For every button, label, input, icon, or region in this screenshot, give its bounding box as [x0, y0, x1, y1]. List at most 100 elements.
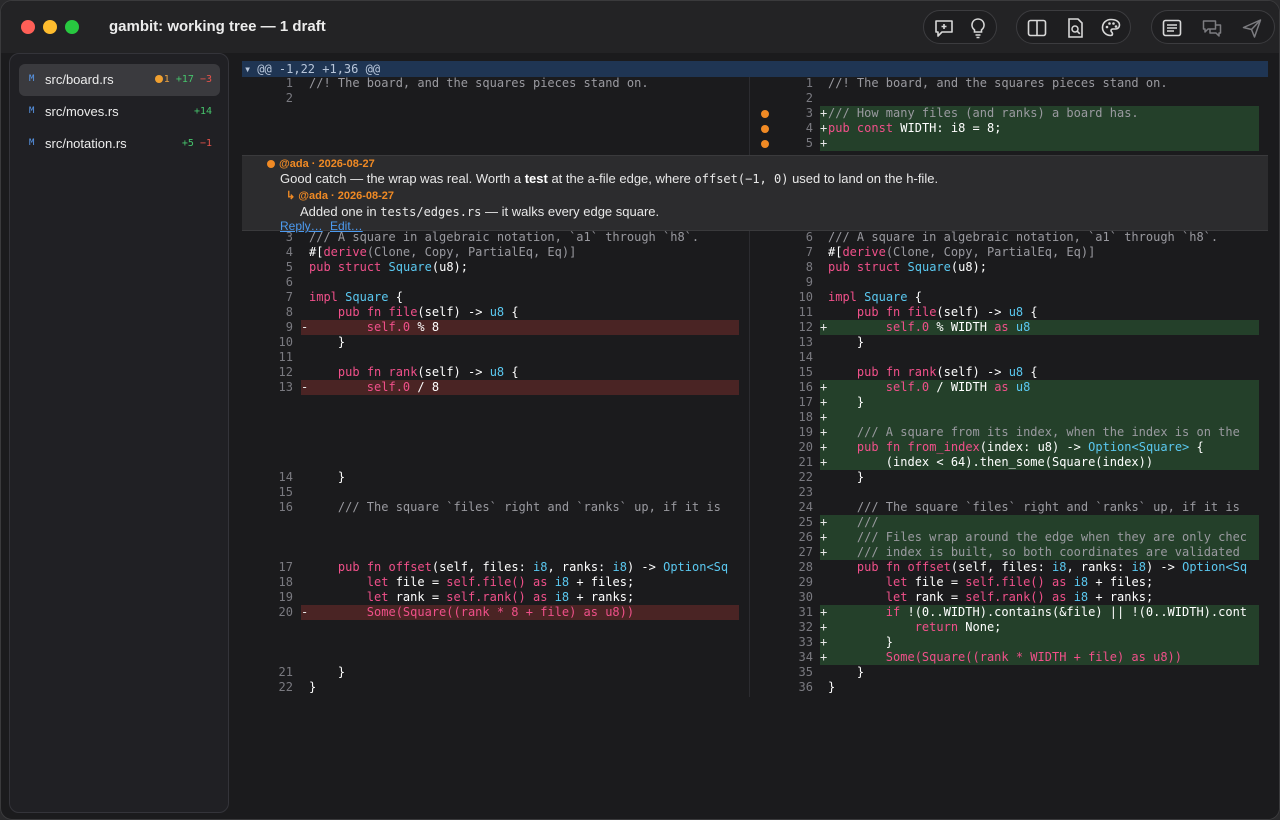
lightbulb-icon[interactable] — [966, 16, 990, 40]
line-number: 27 — [798, 545, 813, 559]
lines-removed: −1 — [199, 138, 212, 149]
file-item-board[interactable]: M src/board.rs 1 +17 −3 — [19, 64, 220, 96]
line-number: 25 — [798, 515, 813, 529]
code-line: } — [856, 665, 865, 679]
code-line: (index < 64).then_some(Square(index)) — [885, 455, 1154, 469]
comment-marker-icon[interactable] — [761, 110, 769, 118]
added-marker: + — [820, 530, 828, 544]
titlebar: gambit: working tree — 1 draft — [1, 1, 1279, 53]
reply-link[interactable]: Reply… — [280, 219, 323, 233]
added-marker: + — [820, 635, 828, 649]
added-marker: + — [820, 545, 828, 559]
split-view-icon[interactable] — [1025, 16, 1049, 40]
chat-icon[interactable] — [1200, 16, 1224, 40]
line-number: 7 — [805, 245, 813, 259]
line-number: 20 — [278, 605, 293, 619]
code-line: pub struct Square(u8); — [309, 260, 468, 274]
code-line: //! The board, and the squares pieces st… — [828, 76, 1168, 90]
added-marker: + — [820, 380, 828, 394]
line-number: 15 — [798, 365, 813, 379]
lines-added: +14 — [193, 106, 212, 117]
code-line: self.0 / 8 — [366, 380, 440, 394]
file-stats: +5 −1 — [182, 138, 212, 149]
line-number: 33 — [798, 635, 813, 649]
comment-author-dot-icon — [267, 160, 275, 168]
line-number: 16 — [798, 380, 813, 394]
added-marker: + — [820, 410, 828, 424]
lines-removed: −3 — [199, 74, 212, 85]
line-number: 8 — [805, 260, 813, 274]
window-title: gambit: working tree — 1 draft — [109, 18, 326, 35]
file-item-moves[interactable]: M src/moves.rs +14 — [19, 96, 220, 128]
comment-marker-icon[interactable] — [761, 125, 769, 133]
file-item-notation[interactable]: M src/notation.rs +5 −1 — [19, 128, 220, 160]
line-number: 17 — [278, 560, 293, 574]
code-line: pub fn rank(self) -> u8 { — [856, 365, 1038, 379]
code-line: pub struct Square(u8); — [828, 260, 987, 274]
added-marker: + — [820, 605, 828, 619]
code-line: /// How many files (and ranks) a board h… — [828, 106, 1139, 120]
line-number: 17 — [798, 395, 813, 409]
code-line: pub fn file(self) -> u8 { — [337, 305, 519, 319]
comment-marker-icon[interactable] — [761, 140, 769, 148]
code-line: if !(0..WIDTH).contains(&file) || !(0..W… — [885, 605, 1248, 619]
line-number: 13 — [798, 335, 813, 349]
line-number: 14 — [798, 350, 813, 364]
line-number: 28 — [798, 560, 813, 574]
line-number: 16 — [278, 500, 293, 514]
line-number: 10 — [278, 335, 293, 349]
line-number: 8 — [285, 305, 293, 319]
edit-link[interactable]: Edit… — [330, 219, 363, 233]
line-number: 12 — [798, 320, 813, 334]
add-comment-icon[interactable] — [932, 16, 956, 40]
code-line: impl Square { — [309, 290, 403, 304]
code-line: /// The square `files` right and `ranks`… — [337, 500, 721, 514]
line-number: 20 — [798, 440, 813, 454]
code-line: impl Square { — [828, 290, 922, 304]
added-marker: + — [820, 395, 828, 409]
lines-added: +17 — [175, 74, 194, 85]
file-status: M — [29, 106, 35, 116]
line-number: 9 — [285, 320, 293, 334]
zoom-window-button[interactable] — [65, 20, 79, 34]
code-line: let rank = self.rank() as i8 + ranks; — [366, 590, 635, 604]
app-window: gambit: working tree — 1 draft M src/boa… — [0, 0, 1280, 820]
line-number: 36 — [798, 680, 813, 694]
code-line: let file = self.file() as i8 + files; — [885, 575, 1154, 589]
toolbar-group-comments — [923, 10, 997, 44]
line-number: 10 — [798, 290, 813, 304]
code-line: } — [885, 635, 894, 649]
code-line: self.0 % WIDTH as u8 — [885, 320, 1031, 334]
removed-marker: - — [301, 380, 309, 394]
palette-icon[interactable] — [1099, 16, 1123, 40]
code-line: /// A square from its index, when the in… — [856, 425, 1240, 439]
close-window-button[interactable] — [21, 20, 35, 34]
code-line: /// Files wrap around the edge when they… — [856, 530, 1248, 544]
send-icon[interactable] — [1240, 16, 1264, 40]
added-marker: + — [820, 106, 828, 120]
file-name: src/moves.rs — [45, 104, 119, 119]
line-number: 5 — [805, 136, 813, 150]
line-number: 1 — [285, 76, 293, 90]
line-number: 2 — [285, 91, 293, 105]
code-line: } — [828, 680, 836, 694]
line-number: 34 — [798, 650, 813, 664]
code-line: pub fn from_index(index: u8) -> Option<S… — [856, 440, 1204, 454]
collapse-chevron-icon[interactable]: ▾ — [244, 62, 251, 76]
file-name: src/notation.rs — [45, 136, 127, 151]
diff-view: ▾ @@ -1,22 +1,36 @@ 1 2 3 4 5 6 7 8 9 10 … — [237, 53, 1279, 819]
line-number: 5 — [285, 260, 293, 274]
code-line: } — [337, 470, 346, 484]
search-document-icon[interactable] — [1063, 16, 1087, 40]
file-name: src/board.rs — [45, 72, 114, 87]
code-line: } — [856, 470, 865, 484]
hunk-header[interactable]: ▾ @@ -1,22 +1,36 @@ — [242, 61, 1268, 77]
line-number: 1 — [805, 76, 813, 90]
code-line: } — [309, 680, 317, 694]
minimize-window-button[interactable] — [43, 20, 57, 34]
line-number: 6 — [285, 275, 293, 289]
added-marker: + — [820, 136, 828, 150]
line-number: 15 — [278, 485, 293, 499]
line-number: 11 — [798, 305, 813, 319]
list-view-icon[interactable] — [1160, 16, 1184, 40]
